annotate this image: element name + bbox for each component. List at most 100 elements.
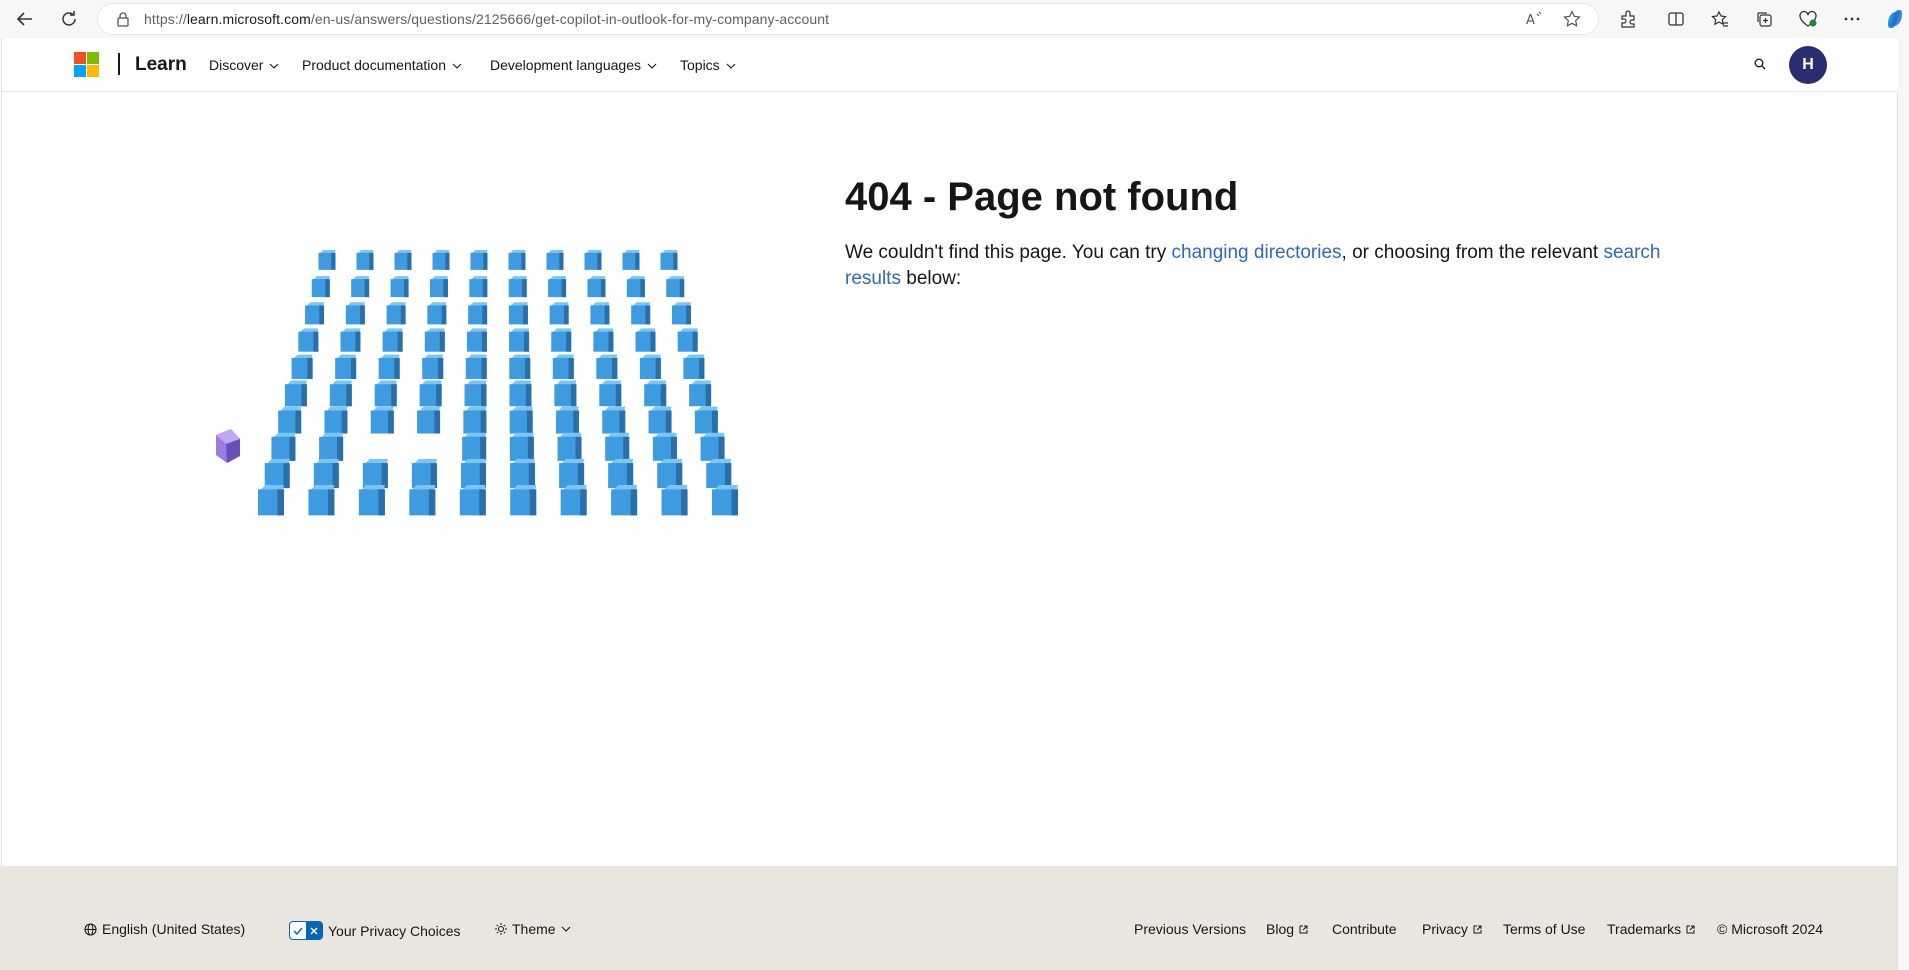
cube-grid-illustration (216, 250, 738, 516)
address-bar[interactable]: https://learn.microsoft.com/en-us/answer… (98, 4, 1598, 34)
cube-shape (611, 485, 638, 516)
favorites-icon[interactable] (1709, 8, 1731, 30)
cube-shape (560, 485, 587, 516)
nav-development-languages[interactable]: Development languages (490, 57, 657, 73)
contribute-link[interactable]: Contribute (1332, 921, 1397, 937)
learn-brand-link[interactable]: Learn (135, 54, 187, 76)
cube-shape (362, 458, 388, 489)
cube-shape (648, 406, 672, 434)
external-link-icon (1686, 925, 1695, 933)
cube-shape (311, 276, 330, 298)
extensions-icon[interactable] (1617, 8, 1639, 30)
copyright-label: © Microsoft 2024 (1717, 921, 1824, 937)
cube-shape (258, 485, 284, 516)
cube-shape (345, 302, 365, 325)
page-title: 404 - Page not found (845, 175, 1239, 219)
cube-shape (635, 328, 656, 352)
nav-development-languages-label: Development languages (490, 57, 641, 73)
cube-shape (605, 432, 630, 461)
privacy-choices-link[interactable]: Your Privacy Choices (289, 921, 461, 940)
cube-shape (508, 276, 527, 298)
split-screen-icon[interactable] (1665, 8, 1687, 30)
browser-essentials-icon[interactable] (1797, 8, 1819, 30)
blog-label: Blog (1266, 921, 1295, 937)
cube-shape (378, 354, 400, 379)
search-icon[interactable] (1750, 54, 1770, 74)
cube-shape (626, 276, 645, 298)
cube-shape (463, 406, 487, 434)
cube-shape (417, 406, 441, 434)
cube-shape (660, 250, 678, 270)
chevron-down-icon (561, 926, 570, 932)
cube-shape (593, 328, 614, 352)
copilot-icon[interactable] (1884, 8, 1906, 30)
blog-link[interactable]: Blog (1266, 921, 1308, 937)
privacy-link[interactable]: Privacy (1422, 921, 1482, 937)
nav-product-documentation[interactable]: Product documentation (302, 57, 462, 73)
avatar[interactable]: H (1789, 46, 1827, 84)
microsoft-logo-icon[interactable] (74, 52, 99, 77)
cube-shape (548, 276, 567, 298)
cube-shape (271, 432, 296, 461)
cube-shape (559, 458, 585, 489)
previous-versions-link[interactable]: Previous Versions (1134, 921, 1246, 937)
nav-topics[interactable]: Topics (680, 57, 736, 73)
cube-shape (284, 380, 307, 407)
trademarks-link[interactable]: Trademarks (1607, 921, 1695, 937)
cube-shape (324, 406, 348, 434)
collections-icon[interactable] (1753, 8, 1775, 30)
cube-shape (509, 432, 534, 461)
read-aloud-icon[interactable]: A (1525, 10, 1543, 33)
cube-shape (298, 328, 319, 352)
favorite-star-icon[interactable] (1563, 10, 1581, 33)
cube-shape (356, 250, 374, 270)
cube-shape (432, 250, 450, 270)
learn-page: Learn Discover Product documentation Dev… (1, 38, 1898, 866)
cube-shape (677, 328, 698, 352)
terms-of-use-link[interactable]: Terms of Use (1503, 921, 1585, 937)
cube-shape (468, 302, 488, 325)
description-text-start: We couldn't find this page. You can try (845, 242, 1172, 263)
back-icon[interactable] (12, 6, 38, 32)
cube-shape (510, 485, 537, 516)
cube-shape (465, 354, 487, 379)
changing-directories-link[interactable]: changing directories (1172, 242, 1342, 263)
language-selector[interactable]: English (United States) (84, 921, 245, 937)
refresh-icon[interactable] (56, 6, 82, 32)
cube-shape (329, 380, 352, 407)
cube-shape (394, 250, 412, 270)
cube-shape (551, 328, 572, 352)
nav-topics-label: Topics (680, 57, 720, 73)
cube-shape (694, 406, 718, 434)
privacy-label: Privacy (1422, 921, 1468, 937)
theme-label: Theme (512, 921, 556, 937)
site-footer: English (United States) Your Privacy Cho… (0, 866, 1897, 970)
cube-shape (427, 302, 447, 325)
theme-selector[interactable]: Theme (495, 921, 571, 937)
cube-shape (554, 380, 577, 407)
cube-shape (409, 485, 436, 516)
cube-shape (278, 406, 302, 434)
lock-icon[interactable] (116, 11, 130, 32)
cube-shape (429, 276, 448, 298)
chevron-down-icon (647, 63, 657, 69)
cube-shape (599, 380, 622, 407)
cube-shape (661, 485, 688, 516)
nav-discover[interactable]: Discover (209, 57, 279, 73)
cube-shape (386, 302, 406, 325)
cube-shape (631, 302, 651, 325)
cube-shape (596, 354, 618, 379)
cube-shape (549, 302, 569, 325)
cube-shape (657, 458, 683, 489)
cube-shape (700, 432, 725, 461)
url-text[interactable]: https://learn.microsoft.com/en-us/answer… (144, 11, 829, 27)
svg-text:A: A (1526, 13, 1535, 28)
cube-shape (706, 458, 732, 489)
logo-divider (118, 53, 120, 75)
cube-shape (671, 302, 691, 325)
description-text-middle: , or choosing from the relevant (1341, 242, 1604, 263)
description-text-end: below: (900, 268, 962, 289)
language-label: English (United States) (102, 921, 246, 937)
more-icon[interactable] (1841, 8, 1863, 30)
cube-shape (313, 458, 339, 489)
